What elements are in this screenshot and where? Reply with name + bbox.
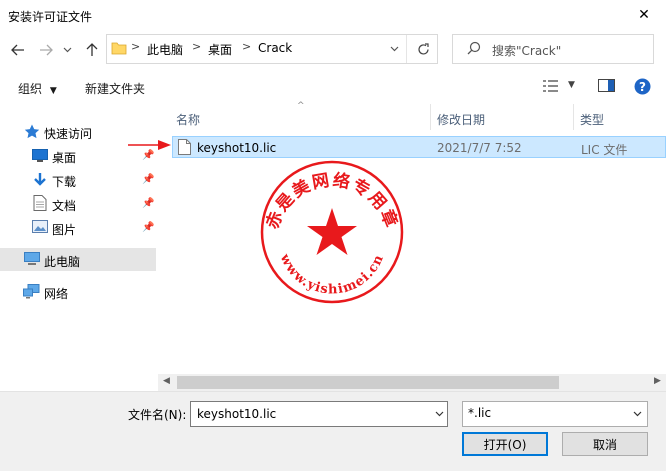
back-arrow-icon[interactable]	[8, 40, 28, 60]
cancel-button[interactable]: 取消	[562, 432, 648, 456]
help-icon[interactable]: ?	[634, 78, 651, 98]
document-icon	[33, 195, 47, 214]
recent-dropdown-icon[interactable]	[60, 40, 74, 60]
up-arrow-icon[interactable]	[82, 40, 102, 60]
file-type: LIC 文件	[581, 143, 628, 157]
sidebar-item-pictures[interactable]: 图片	[52, 221, 76, 238]
column-header-modified[interactable]: 修改日期	[437, 111, 485, 128]
organize-button[interactable]: 组织 ▼	[18, 80, 57, 97]
pin-icon[interactable]: 📌	[142, 174, 154, 185]
pin-icon[interactable]: 📌	[142, 222, 154, 233]
open-button[interactable]: 打开(O)	[462, 432, 548, 456]
sidebar-item-downloads[interactable]: 下载	[52, 173, 76, 190]
view-dropdown-icon[interactable]: ▼	[568, 80, 575, 90]
red-arrow-icon	[128, 139, 172, 154]
new-folder-button[interactable]: 新建文件夹	[85, 80, 145, 97]
column-divider[interactable]	[430, 104, 431, 130]
scroll-right-icon[interactable]: ▶	[654, 376, 661, 386]
caret-down-icon: ▼	[49, 86, 57, 96]
window-title: 安装许可证文件	[8, 10, 93, 24]
address-dropdown-icon[interactable]	[384, 38, 404, 60]
breadcrumb-item[interactable]: Crack	[258, 41, 292, 55]
title-bar	[0, 0, 666, 30]
forward-arrow-icon[interactable]	[36, 40, 56, 60]
breadcrumb-item[interactable]: 桌面	[208, 41, 232, 58]
sort-ascending-icon: ^	[297, 101, 305, 111]
breadcrumb-separator-icon: >	[192, 40, 202, 53]
close-button[interactable]: ✕	[622, 0, 666, 30]
column-divider[interactable]	[573, 104, 574, 130]
file-name: keyshot10.lic	[197, 141, 277, 155]
file-type-filter-value: *.lic	[468, 406, 492, 420]
sidebar-item-quick-access[interactable]: 快速访问	[44, 125, 92, 142]
computer-icon	[24, 252, 40, 269]
download-icon	[32, 172, 48, 191]
folder-icon	[111, 40, 127, 59]
filter-dropdown-icon[interactable]	[628, 401, 646, 427]
search-icon	[467, 41, 481, 58]
file-modified: 2021/7/7 7:52	[437, 141, 522, 155]
scrollbar-thumb[interactable]	[177, 376, 559, 389]
column-header-type[interactable]: 类型	[580, 111, 604, 128]
file-icon	[178, 139, 191, 158]
pin-icon[interactable]: 📌	[142, 198, 154, 209]
picture-icon	[32, 220, 48, 236]
desktop-icon	[32, 149, 48, 166]
search-placeholder: 搜索"Crack"	[492, 44, 562, 58]
column-header-name[interactable]: 名称	[176, 111, 200, 128]
preview-pane-icon[interactable]	[598, 79, 616, 96]
organize-label: 组织	[18, 82, 43, 96]
watermark-bottom-text: www.yishimei.cn	[276, 251, 386, 298]
filename-input[interactable]	[190, 401, 448, 427]
watermark-text: 赤是美网络专用章 www.yishimei.cn	[258, 158, 406, 306]
svg-text:?: ?	[639, 80, 646, 94]
network-icon	[23, 284, 40, 302]
star-icon	[24, 124, 40, 142]
sidebar-item-network[interactable]: 网络	[44, 285, 68, 302]
refresh-icon[interactable]	[412, 38, 434, 60]
filename-dropdown-icon[interactable]	[430, 401, 448, 427]
address-divider	[406, 35, 407, 63]
svg-text:赤是美网络专用章: 赤是美网络专用章	[262, 169, 403, 231]
view-options-icon[interactable]	[543, 79, 561, 96]
breadcrumb-item[interactable]: 此电脑	[147, 41, 183, 58]
breadcrumb-separator-icon: >	[242, 40, 252, 53]
watermark-top-text: 赤是美网络专用章	[262, 169, 401, 231]
sidebar-item-documents[interactable]: 文档	[52, 197, 76, 214]
filename-label: 文件名(N):	[128, 408, 187, 422]
sidebar-item-desktop[interactable]: 桌面	[52, 149, 76, 166]
sidebar-item-label: 此电脑	[44, 255, 81, 269]
scroll-left-icon[interactable]: ◀	[163, 376, 170, 386]
breadcrumb-separator-icon: >	[131, 40, 141, 53]
svg-text:www.yishimei.cn: www.yishimei.cn	[276, 251, 387, 298]
